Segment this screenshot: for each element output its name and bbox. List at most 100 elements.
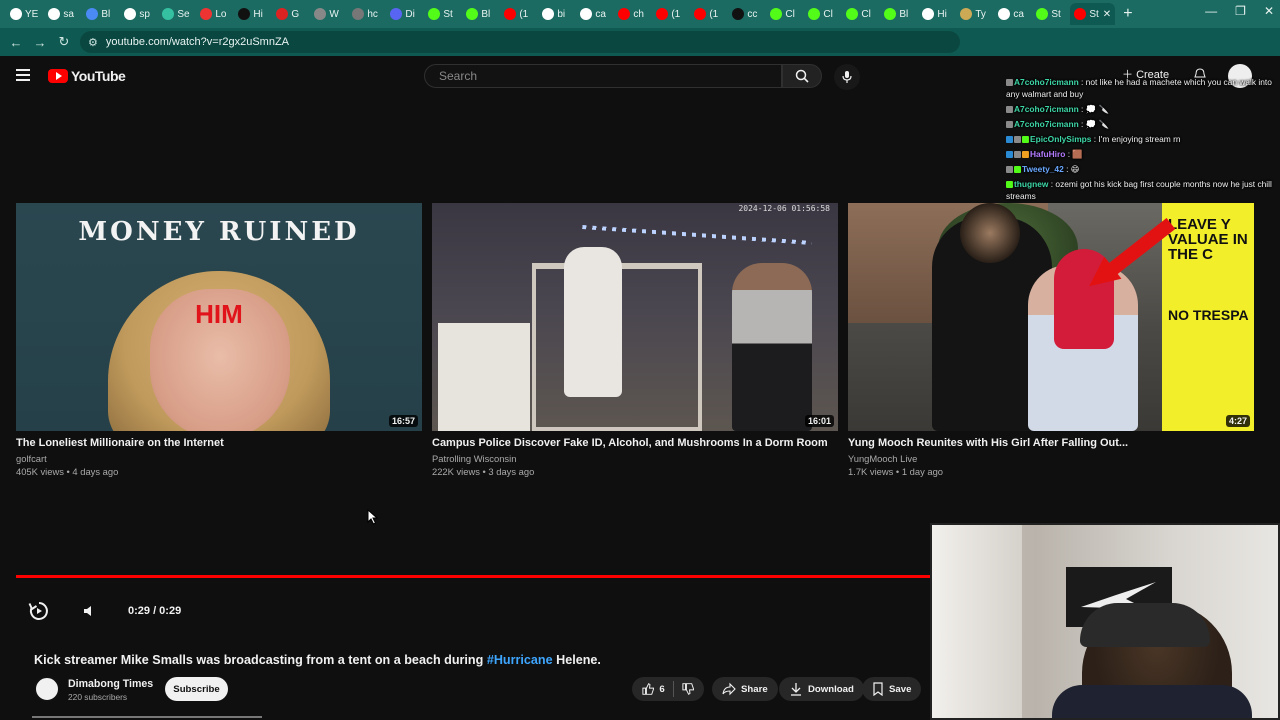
like-count[interactable]: 6	[659, 684, 664, 695]
chat-badge-icon	[1006, 79, 1013, 86]
chat-badge-icon	[1006, 120, 1013, 128]
voice-search-button[interactable]	[834, 64, 860, 90]
channel-avatar[interactable]	[34, 676, 60, 702]
browser-tab[interactable]: W	[310, 3, 346, 25]
browser-tab[interactable]: Cl	[804, 3, 840, 25]
video-card[interactable]: 2024-12-06 01:56:58 16:01 Campus Police …	[432, 203, 838, 477]
tab-favicon-icon	[124, 8, 137, 20]
tab-favicon-icon	[238, 8, 251, 20]
address-bar[interactable]: ⚙ youtube.com/watch?v=r2gx2uSmnZA	[80, 31, 960, 53]
maximize-button[interactable]: ❐	[1235, 4, 1246, 18]
tab-label: bi	[557, 8, 566, 20]
tab-favicon-icon	[1036, 8, 1049, 20]
thumbnail-forehead-text: HIM	[195, 299, 243, 329]
browser-tab[interactable]: (1	[652, 3, 688, 25]
browser-tab[interactable]: sp	[120, 3, 156, 25]
video-title[interactable]: Campus Police Discover Fake ID, Alcohol,…	[432, 437, 838, 449]
thumbs-down-icon[interactable]	[682, 682, 694, 696]
browser-tab[interactable]: (1	[690, 3, 726, 25]
thumbs-up-icon[interactable]	[642, 682, 654, 696]
tab-list: YE sa Bl sp Se Lo Hi G Whc Di St Bl (1 bi ca ch (1 (1 cc Cl…	[6, 3, 1117, 25]
hamburger-menu-icon[interactable]	[16, 69, 30, 81]
browser-tab[interactable]: ch	[614, 3, 650, 25]
video-channel[interactable]: Patrolling Wisconsin	[432, 453, 838, 464]
browser-tab[interactable]: Cl	[842, 3, 878, 25]
hashtag-link[interactable]: #Hurricane	[487, 653, 553, 667]
browser-tab[interactable]: hc	[348, 3, 384, 25]
close-tab-icon[interactable]: ✕	[1103, 9, 1111, 20]
browser-tab[interactable]: cc	[728, 3, 764, 25]
save-button[interactable]: Save	[862, 677, 922, 701]
tab-label: (1	[519, 8, 529, 20]
player-progress-bar[interactable]	[16, 575, 930, 578]
browser-tab[interactable]: ca	[994, 3, 1030, 25]
thumbnail-person	[732, 263, 812, 431]
browser-tab[interactable]: Cl	[766, 3, 802, 25]
youtube-logo[interactable]: YouTube	[48, 68, 126, 84]
site-info-icon[interactable]: ⚙	[88, 36, 98, 49]
tab-label: Cl	[785, 8, 795, 20]
chat-message: A7coho7icmann : 💭 🔪	[1006, 103, 1276, 115]
browser-tab[interactable]: Hi	[234, 3, 270, 25]
search-icon	[795, 69, 809, 83]
share-button[interactable]: Share	[712, 677, 778, 701]
video-channel[interactable]: YungMooch Live	[848, 453, 1254, 464]
tab-label: (1	[671, 8, 681, 20]
chat-username: A7coho7icmann	[1014, 104, 1079, 115]
search-input[interactable]: Search	[424, 64, 782, 88]
browser-tab[interactable]: St ✕	[1070, 3, 1116, 25]
browser-tab[interactable]: G	[272, 3, 308, 25]
video-title-text: Helene.	[552, 653, 601, 667]
browser-tab[interactable]: Se	[158, 3, 194, 25]
video-duration: 4:27	[1225, 415, 1250, 427]
browser-tab[interactable]: bi	[538, 3, 574, 25]
minimize-button[interactable]: —	[1205, 4, 1217, 18]
video-thumbnail[interactable]: MONEY RUINED HIM 16:57	[16, 203, 422, 431]
browser-tab[interactable]: St	[424, 3, 460, 25]
browser-tab[interactable]: Lo	[196, 3, 232, 25]
download-label: Download	[808, 683, 854, 695]
subscribe-button[interactable]: Subscribe	[165, 677, 228, 701]
close-window-button[interactable]: ✕	[1264, 4, 1274, 18]
share-arrow-icon	[722, 682, 736, 696]
new-tab-button[interactable]: +	[1123, 5, 1132, 23]
browser-tab[interactable]: Hi	[918, 3, 954, 25]
tab-favicon-icon	[1074, 8, 1087, 20]
browser-tab[interactable]: (1	[500, 3, 536, 25]
browser-tab[interactable]: Bl	[82, 3, 118, 25]
video-card[interactable]: MONEY RUINED HIM 16:57 The Loneliest Mil…	[16, 203, 422, 477]
thumbnail-title-text: MONEY RUINED	[78, 217, 360, 247]
tab-favicon-icon	[86, 8, 99, 20]
browser-tab[interactable]: Bl	[462, 3, 498, 25]
thumbnail-string-lights	[582, 224, 812, 246]
forward-icon[interactable]: →	[28, 35, 52, 50]
back-icon[interactable]: ←	[4, 35, 28, 50]
video-channel[interactable]: golfcart	[16, 453, 422, 464]
video-card[interactable]: LEAVE Y VALUAE IN THE C NO TRESPA 4:27 Y…	[848, 203, 1254, 477]
share-label: Share	[741, 683, 768, 695]
tab-label: ch	[633, 8, 644, 20]
video-thumbnail[interactable]: LEAVE Y VALUAE IN THE C NO TRESPA 4:27	[848, 203, 1254, 431]
video-title[interactable]: The Loneliest Millionaire on the Interne…	[16, 437, 422, 449]
chat-text: : 💭 🔪	[1078, 118, 1109, 129]
video-title[interactable]: Yung Mooch Reunites with His Girl After …	[848, 437, 1254, 449]
replay-icon[interactable]	[28, 600, 50, 622]
browser-tab[interactable]: Di	[386, 3, 422, 25]
volume-icon[interactable]	[82, 604, 96, 618]
video-thumbnail[interactable]: 2024-12-06 01:56:58 16:01	[432, 203, 838, 431]
tab-favicon-icon	[200, 8, 213, 20]
reload-icon[interactable]: ↻	[52, 34, 76, 50]
search-placeholder: Search	[439, 69, 478, 83]
channel-name[interactable]: Dimabong Times	[68, 678, 153, 690]
browser-tab[interactable]: Bl	[880, 3, 916, 25]
search-button[interactable]	[782, 64, 822, 88]
browser-tab[interactable]: sa	[44, 3, 80, 25]
tab-favicon-icon	[884, 8, 897, 20]
download-button[interactable]: Download	[779, 677, 864, 701]
browser-tab[interactable]: YE	[6, 3, 42, 25]
tab-favicon-icon	[10, 8, 22, 20]
tab-favicon-icon	[504, 8, 517, 20]
browser-tab[interactable]: ca	[576, 3, 612, 25]
browser-tab[interactable]: St	[1032, 3, 1068, 25]
browser-tab[interactable]: Ty	[956, 3, 992, 25]
